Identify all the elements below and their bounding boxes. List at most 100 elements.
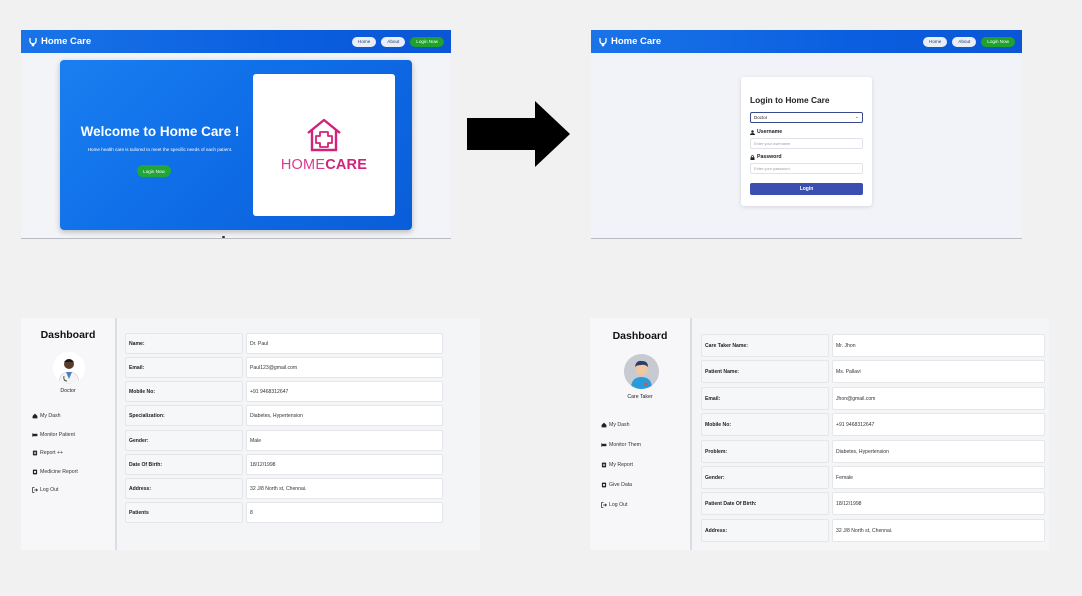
login-button[interactable]: Login — [750, 183, 863, 195]
medicine-icon — [601, 482, 607, 488]
doctor-dashboard-screenshot: Dashboard Doctor My Dash Monitor Patient… — [21, 318, 480, 550]
field-label: Problem: — [701, 440, 829, 463]
menu-item-my-report[interactable]: My Report — [601, 462, 633, 468]
table-row: Problem: Diabetes, Hypertension — [701, 440, 1045, 463]
table-row: Date Of Birth: 18/12/1998 — [125, 454, 443, 475]
menu-item-monitor-them[interactable]: Monitor Them — [601, 442, 641, 448]
carousel-indicator[interactable] — [222, 236, 225, 238]
doctor-avatar — [53, 352, 85, 384]
table-row: Mobile No: +91 9468312647 — [701, 413, 1045, 436]
field-label: Email: — [125, 357, 243, 378]
hero-banner: Welcome to Home Care ! Home health care … — [60, 60, 412, 230]
sidebar: Dashboard Doctor My Dash Monitor Patient… — [21, 318, 117, 550]
menu-item-my-dash[interactable]: My Dash — [601, 422, 629, 428]
field-label: Email: — [701, 387, 829, 410]
menu-item-monitor-patient[interactable]: Monitor Patient — [32, 432, 75, 438]
password-input[interactable]: Enter your password — [750, 163, 863, 174]
logout-icon — [32, 487, 38, 493]
nav-login-button[interactable]: Login Now — [981, 36, 1015, 47]
field-label: Patient Name: — [701, 360, 829, 383]
field-value: Jhon@gmail.com — [832, 387, 1045, 410]
bed-icon — [32, 433, 38, 437]
table-row: Patients 8 — [125, 502, 443, 523]
table-row: Specialization: Diabetes, Hypertension — [125, 405, 443, 426]
field-value: 8 — [246, 502, 443, 523]
menu-item-my-dash[interactable]: My Dash — [32, 413, 60, 419]
nav-home-link[interactable]: Home — [923, 36, 948, 47]
menu-item-label: Monitor Patient — [40, 432, 75, 438]
menu-item-label: Report ++ — [40, 450, 64, 456]
right-arrow-icon — [467, 101, 570, 167]
nav-login-button[interactable]: Login Now — [410, 36, 444, 47]
bed-icon — [601, 443, 607, 447]
field-value: Paul123@gmail.com — [246, 357, 443, 378]
stethoscope-icon — [599, 37, 607, 46]
sidebar: Dashboard Care Taker My Dash Monitor The… — [590, 318, 692, 550]
password-label-text: Password — [757, 154, 782, 160]
table-row: Patient Date Of Birth: 18/12/1998 — [701, 492, 1045, 515]
brand-name: Home Care — [41, 36, 92, 47]
table-row: Address: 32 J/8 North st, Chennai. — [701, 519, 1045, 542]
menu-item-label: Log Out — [40, 487, 59, 493]
field-label: Date Of Birth: — [125, 454, 243, 475]
nav-about-link[interactable]: About — [952, 36, 977, 47]
brand[interactable]: Home Care — [598, 36, 661, 47]
field-value: Female — [832, 466, 1045, 489]
field-label: Mobile No: — [125, 381, 243, 402]
nav-about-link[interactable]: About — [381, 36, 406, 47]
menu-item-report[interactable]: Report ++ — [32, 450, 63, 456]
logout-icon — [601, 502, 607, 508]
table-row: Email: Jhon@gmail.com — [701, 387, 1045, 410]
password-label: Password — [750, 154, 782, 160]
stethoscope-icon — [29, 37, 37, 46]
logo-wordmark: HOMECARE — [281, 157, 367, 173]
dashboard-title: Dashboard — [40, 329, 96, 341]
field-label: Gender: — [701, 466, 829, 489]
field-label: Address: — [125, 478, 243, 499]
username-input[interactable]: Enter your username — [750, 138, 863, 149]
hero-login-button[interactable]: Login Now — [137, 165, 171, 177]
field-label: Address: — [701, 519, 829, 542]
nav-home-link[interactable]: Home — [352, 36, 377, 47]
role-label: Doctor — [60, 388, 76, 394]
field-value: 18/12/1998 — [832, 492, 1045, 515]
table-row: Gender: Male — [125, 430, 443, 451]
user-icon — [750, 129, 755, 135]
menu-item-medicine-report[interactable]: Medicine Report — [32, 469, 78, 475]
role-select-value: Doctor — [754, 115, 768, 120]
menu-item-label: My Dash — [40, 413, 61, 419]
table-row: Care Taker Name: Mr. Jhon — [701, 334, 1045, 357]
menu-item-give-data[interactable]: Give Data — [601, 482, 632, 488]
field-value: 32 J/8 North st, Chennai. — [832, 519, 1045, 542]
field-value: Diabetes, Hypertension — [246, 405, 443, 426]
field-value: Ms. Pallavi — [832, 360, 1045, 383]
navbar: Home Care Home About Login Now — [21, 30, 451, 53]
table-row: Address: 32 J/8 North st, Chennai. — [125, 478, 443, 499]
menu-item-label: Log Out — [609, 502, 628, 508]
menu-item-log-out[interactable]: Log Out — [32, 487, 58, 493]
homecare-logo: HOMECARE — [253, 74, 395, 216]
brand[interactable]: Home Care — [28, 36, 91, 47]
field-label: Patients — [125, 502, 243, 523]
username-label-text: Username — [757, 129, 783, 135]
caretaker-avatar — [624, 354, 659, 389]
house-medical-icon — [307, 118, 341, 152]
role-select[interactable]: Doctor ⌄ — [750, 112, 863, 123]
home-icon — [601, 422, 607, 428]
field-label: Mobile No: — [701, 413, 829, 436]
menu-item-label: Give Data — [609, 482, 633, 488]
field-value: Diabetes, Hypertension — [832, 440, 1045, 463]
login-card: Login to Home Care Doctor ⌄ Username Ent… — [741, 77, 872, 206]
menu-item-label: My Dash — [609, 422, 630, 428]
table-row: Gender: Female — [701, 466, 1045, 489]
navbar: Home Care Home About Login Now — [591, 30, 1022, 53]
field-label: Name: — [125, 333, 243, 354]
menu-item-log-out[interactable]: Log Out — [601, 502, 627, 508]
caretaker-dashboard-screenshot: Dashboard Care Taker My Dash Monitor The… — [590, 318, 1049, 550]
dashboard-title: Dashboard — [612, 330, 668, 342]
login-page-screenshot: Home Care Home About Login Now Login to … — [591, 30, 1022, 239]
field-value: Dr. Paul — [246, 333, 443, 354]
chevron-down-icon: ⌄ — [854, 114, 859, 120]
medicine-icon — [32, 469, 38, 475]
table-row: Patient Name: Ms. Pallavi — [701, 360, 1045, 383]
